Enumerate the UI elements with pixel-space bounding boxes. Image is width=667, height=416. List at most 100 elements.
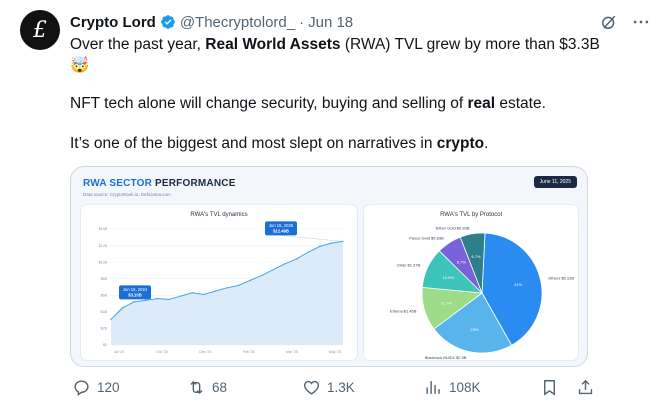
data-point [307, 251, 309, 253]
y-tick-label: $14B [99, 227, 108, 231]
callout-value: $3.10B [128, 292, 142, 297]
slice-name-label: Ondo $1.37B [397, 263, 421, 268]
data-point [133, 301, 135, 303]
media-title-part-1: RWA SECTOR [83, 178, 153, 189]
tweet-date[interactable]: Jun 18 [308, 14, 353, 31]
text-span: estate. [495, 95, 546, 112]
data-point [237, 284, 240, 287]
tvl-dynamics-chart: $14B $12B $10B $8B $6B $4B $2B $0 Jul '24 Oct '24… [99, 221, 344, 354]
data-point [319, 245, 321, 248]
slice-percent-label: 6.7% [471, 254, 481, 259]
y-tick-label: $10B [99, 260, 108, 264]
slice-name-label: Tether Gold $0.83B [435, 225, 470, 230]
data-point [261, 274, 263, 277]
data-point [295, 258, 298, 260]
slice-percent-label: 6.7% [457, 259, 467, 264]
callout-leader [280, 235, 344, 242]
data-point [226, 287, 228, 289]
reply-count: 120 [97, 380, 120, 395]
data-point [330, 242, 333, 244]
data-point [272, 268, 275, 271]
slice-percent-label: 10.9% [443, 275, 455, 280]
reply-icon [74, 380, 89, 397]
text-span: NFT tech alone will change security, buy… [70, 95, 468, 112]
share-icon [578, 379, 593, 395]
slice-percent-label: 23% [470, 327, 478, 332]
heart-icon [303, 380, 320, 395]
data-point [145, 299, 147, 301]
text-span: . [484, 135, 489, 152]
retweet-count: 68 [212, 380, 228, 395]
callout-value: $12.49B [273, 228, 289, 233]
callout-date: Jun 15, 2025 [269, 223, 294, 228]
verified-badge-icon [160, 15, 175, 29]
text-bold: crypto [436, 135, 485, 152]
text-span: Over the past year, [70, 36, 206, 53]
exploding-head-emoji: 🤯 [70, 57, 90, 74]
slice-name-label: Others $5.12B [548, 275, 574, 280]
tweet-text: Over the past year, Real World Assets (R… [70, 34, 650, 76]
tweet[interactable]: £ Crypto Lord @Thecryptolord_ · Jun 18 O… [0, 0, 667, 416]
media-image[interactable]: RWA SECTOR PERFORMANCE Data source: Cryp… [70, 166, 588, 367]
tweet-header: Crypto Lord @Thecryptolord_ · Jun 18 [70, 12, 651, 32]
text-bold: real [467, 95, 496, 112]
x-tick-label: Jul '24 [114, 350, 124, 354]
media-date-badge: June 11, 2025 [533, 176, 577, 188]
x-tick-label: May '25 [329, 350, 341, 354]
share-button[interactable] [576, 378, 595, 397]
slice-percent-label: 41% [514, 282, 522, 287]
like-count: 1.3K [327, 380, 355, 395]
y-tick-label: $0 [103, 343, 107, 347]
data-point [168, 298, 170, 301]
tweet-paragraph-1: Over the past year, Real World Assets (R… [70, 34, 650, 55]
like-button[interactable]: 1.3K [302, 378, 355, 397]
data-point [191, 292, 193, 294]
y-tick-label: $6B [101, 293, 108, 297]
data-point [121, 307, 124, 309]
views-button[interactable]: 108K [424, 378, 481, 397]
callout-date: Jun 15, 2024 [123, 287, 148, 292]
author-handle[interactable]: @Thecryptolord_ [180, 14, 295, 31]
media-title-part-2: PERFORMANCE [152, 178, 236, 189]
data-point [249, 279, 251, 282]
avatar[interactable]: £ [20, 10, 60, 50]
views-icon [426, 381, 440, 394]
more-icon[interactable] [631, 12, 651, 32]
tvl-protocol-panel: RWA's TVL by Protocol 41% Others $5.12B 23… [364, 205, 578, 360]
data-point [284, 263, 286, 265]
x-tick-label: Oct '24 [157, 350, 168, 354]
reply-button[interactable]: 120 [72, 378, 120, 397]
tvl-dynamics-panel: RWA's TVL dynamics $14B $12B $10B $8B $6B $4B… [81, 205, 357, 360]
y-tick-label: $4B [101, 310, 108, 314]
avatar-glyph: £ [33, 17, 47, 43]
retweet-button[interactable]: 68 [187, 378, 227, 397]
x-tick-label: Mar '25 [286, 350, 298, 354]
slice-percent-label: 11.7% [441, 301, 452, 306]
data-point [203, 293, 205, 296]
grok-icon[interactable] [599, 12, 619, 32]
tweet-paragraph-3: It’s one of the biggest and most slept o… [70, 134, 488, 154]
bookmark-button[interactable] [540, 378, 559, 397]
header-actions [599, 12, 651, 32]
slice-name-label: Paxos Gold $0.83B [409, 235, 444, 240]
y-tick-label: $8B [101, 277, 108, 281]
y-tick-label: $12B [99, 244, 108, 248]
tweet-emoji: 🤯 [70, 55, 650, 76]
y-tick-label: $2B [101, 327, 108, 331]
tvl-protocol-chart: 41% Others $5.12B 23% Blackrock BUIDL $2.9B… [390, 225, 574, 360]
text-span: It’s one of the biggest and most slept o… [70, 135, 437, 152]
retweet-icon [190, 380, 203, 395]
data-point [214, 290, 217, 292]
action-bar: 120 68 1.3K 108K [70, 378, 650, 402]
data-point [179, 295, 182, 297]
tweet-paragraph-2: NFT tech alone will change security, buy… [70, 94, 546, 114]
text-span: (RWA) TVL grew by more than $3.3B [340, 36, 600, 53]
author-name[interactable]: Crypto Lord [70, 14, 156, 31]
text-bold: Real World Assets [205, 36, 341, 53]
x-tick-label: Dec '24 [199, 350, 211, 354]
views-count: 108K [449, 380, 481, 395]
slice-name-label: Blackrock BUIDL $2.9B [425, 355, 467, 360]
bookmark-icon [544, 380, 555, 396]
media-title: RWA SECTOR PERFORMANCE [83, 178, 236, 189]
slice-name-label: Ethena $1.45B [390, 308, 417, 313]
